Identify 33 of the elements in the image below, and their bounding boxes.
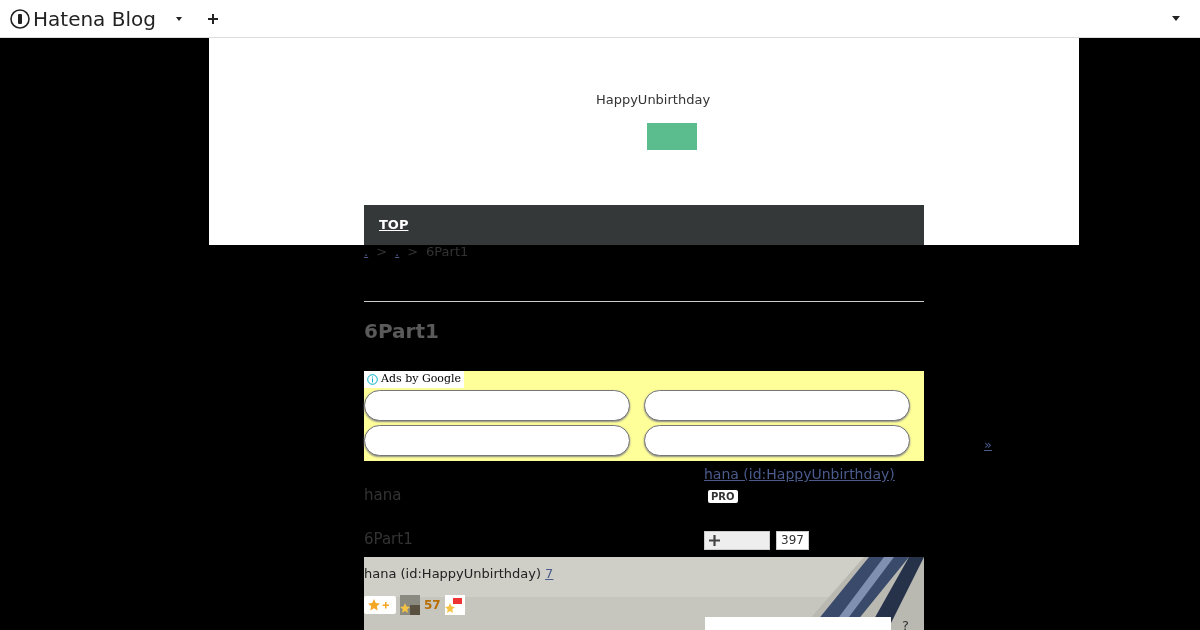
- caret-icon[interactable]: [1172, 16, 1180, 21]
- blog-title[interactable]: HappyUnbirthday: [595, 90, 711, 110]
- comment-count-link[interactable]: 7: [545, 564, 554, 584]
- ads-label: Ads by Google: [381, 371, 461, 388]
- pro-badge: PRO: [708, 490, 738, 503]
- subscriber-count: 397: [776, 531, 809, 550]
- ad-slot[interactable]: [644, 425, 910, 456]
- breadcrumb-link[interactable]: .: [395, 245, 400, 259]
- caret-icon[interactable]: [175, 16, 182, 21]
- author-link[interactable]: hana (id:HappyUnbirthday): [704, 464, 895, 485]
- logo[interactable]: Hatena Blog: [33, 8, 156, 29]
- subscribe-button[interactable]: [704, 531, 770, 550]
- info-icon[interactable]: [367, 374, 378, 385]
- author-label: hana (id:HappyUnbirthday): [364, 565, 542, 583]
- breadcrumb-separator: >: [376, 245, 388, 259]
- entry-title: 6Part1: [364, 319, 440, 343]
- star-plus-icon: [368, 599, 392, 611]
- ad-slot[interactable]: [644, 390, 910, 421]
- plus-icon: [709, 535, 720, 546]
- nav-link[interactable]: TOP: [379, 215, 409, 235]
- help-mark[interactable]: ?: [902, 619, 909, 630]
- star-count: 57: [424, 597, 441, 614]
- ad-slot[interactable]: [364, 390, 630, 421]
- user-avatar-icon[interactable]: [444, 595, 465, 615]
- add-star-button[interactable]: [364, 596, 396, 614]
- ad-slot[interactable]: [364, 425, 630, 456]
- plus-icon[interactable]: [207, 13, 218, 24]
- breadcrumb-separator: >: [407, 245, 419, 259]
- action-button[interactable]: [647, 122, 697, 151]
- logo-icon: [10, 8, 30, 29]
- more-link[interactable]: »: [924, 438, 992, 452]
- user-avatar-icon[interactable]: [400, 595, 420, 615]
- breadcrumb-link[interactable]: .: [364, 245, 369, 259]
